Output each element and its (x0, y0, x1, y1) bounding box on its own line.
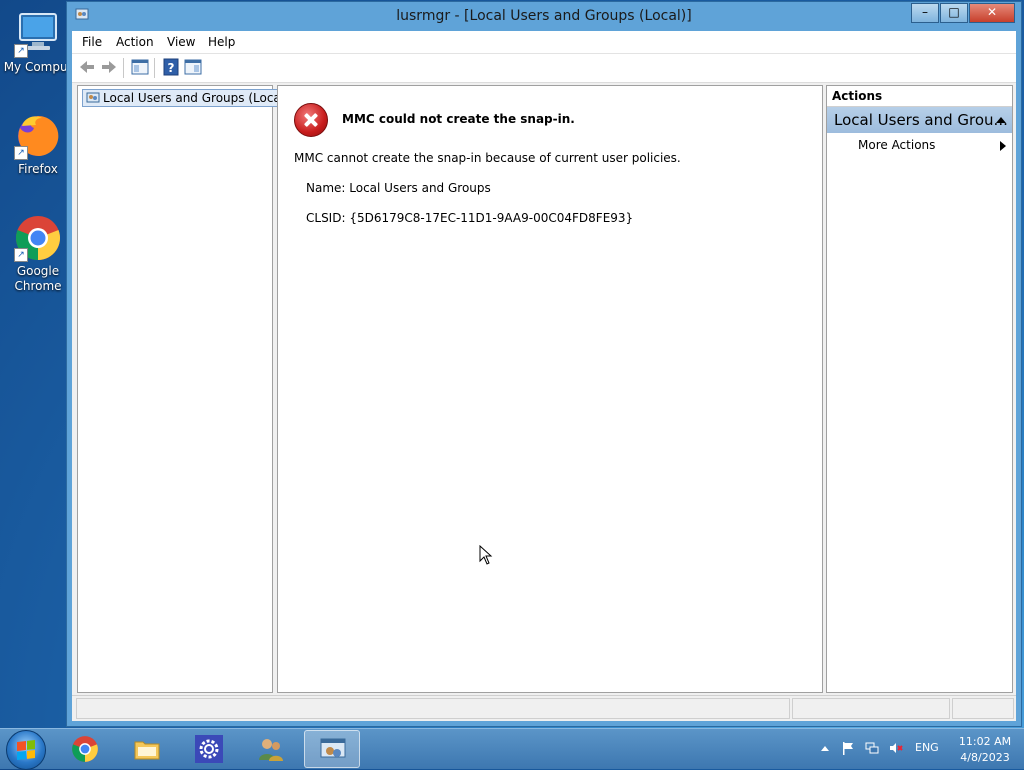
tree-item-label: Local Users and Groups (Local) (103, 91, 289, 105)
menu-action[interactable]: Action (116, 35, 154, 49)
shortcut-arrow-icon: ↗ (14, 248, 28, 262)
clock-date: 4/8/2023 (960, 751, 1010, 764)
users-groups-icon (86, 91, 100, 105)
back-arrow-icon[interactable] (77, 57, 97, 77)
computer-icon: ↗ (14, 10, 62, 58)
maximize-button[interactable]: □ (940, 3, 968, 23)
volume-muted-icon[interactable] (889, 741, 903, 755)
menu-file[interactable]: File (82, 35, 102, 49)
taskbar-users[interactable] (243, 730, 299, 768)
desktop-icon-my-computer[interactable]: ↗ My Comput (0, 10, 76, 75)
error-icon (294, 103, 328, 137)
menu-bar: File Action View Help (72, 31, 1016, 54)
more-actions-item[interactable]: More Actions (858, 138, 935, 152)
mmc-icon (319, 736, 347, 764)
action-center-flag-icon[interactable] (841, 741, 855, 755)
chrome-icon (71, 735, 99, 763)
mouse-cursor-icon (479, 544, 493, 565)
language-indicator[interactable]: ENG (915, 741, 939, 754)
snapin-clsid: CLSID: {5D6179C8-17EC-11D1-9AA9-00C04FD8… (306, 211, 634, 225)
taskbar-file-explorer[interactable] (119, 730, 175, 768)
shortcut-arrow-icon: ↗ (14, 146, 28, 160)
actions-pane: Actions Local Users and Grou... More Act… (826, 85, 1013, 693)
window-title: lusrmgr - [Local Users and Groups (Local… (396, 8, 692, 24)
help-icon[interactable]: ? (161, 57, 181, 77)
status-segment (792, 698, 950, 719)
show-hidden-icons-icon[interactable] (821, 746, 829, 751)
users-icon (257, 735, 285, 763)
firefox-icon: ↗ (14, 112, 62, 160)
start-button[interactable] (6, 730, 46, 770)
toolbar-separator (123, 58, 124, 78)
menu-help[interactable]: Help (208, 35, 235, 49)
toolbar: ? (72, 54, 1016, 83)
actions-group-label: Local Users and Grou... (834, 111, 1008, 129)
desktop-icon-firefox[interactable]: ↗ Firefox (0, 112, 76, 177)
window-client: File Action View Help ? Local Users and … (72, 31, 1016, 721)
actions-group-header[interactable]: Local Users and Grou... (827, 107, 1012, 133)
desktop-icon-label: My Comput (3, 60, 73, 74)
taskbar-mmc[interactable] (304, 730, 360, 768)
taskbar: ENG 11:02 AM 4/8/2023 (0, 728, 1024, 770)
actions-header: Actions (827, 86, 1012, 107)
svg-text:?: ? (168, 61, 175, 75)
status-segment (76, 698, 790, 719)
status-bar (72, 695, 1016, 721)
result-pane: MMC could not create the snap-in. MMC ca… (277, 85, 823, 693)
clock-time: 11:02 AM (958, 735, 1012, 748)
console-tree-pane: Local Users and Groups (Local) (77, 85, 293, 693)
minimize-button[interactable]: – (911, 3, 939, 23)
tree-item-local-users-groups[interactable]: Local Users and Groups (Local) (82, 89, 293, 107)
error-message: MMC cannot create the snap-in because of… (294, 151, 681, 165)
taskbar-settings[interactable] (181, 730, 237, 768)
chrome-icon: ↗ (14, 214, 62, 262)
file-explorer-icon (133, 735, 161, 763)
shortcut-arrow-icon: ↗ (14, 44, 28, 58)
desktop-icon-label: Google Chrome (14, 264, 62, 293)
taskbar-chrome[interactable] (57, 730, 113, 768)
mmc-window: lusrmgr - [Local Users and Groups (Local… (66, 1, 1022, 727)
error-title: MMC could not create the snap-in. (342, 112, 575, 126)
window-controls: – □ ✕ (910, 3, 1015, 23)
show-hide-action-pane-icon[interactable] (183, 57, 203, 77)
clock[interactable]: 11:02 AM 4/8/2023 (952, 734, 1018, 766)
show-hide-console-tree-icon[interactable] (130, 57, 150, 77)
collapse-arrow-icon[interactable] (996, 117, 1006, 123)
network-icon[interactable] (865, 741, 879, 755)
menu-view[interactable]: View (167, 35, 195, 49)
pane-area: Local Users and Groups (Local) MMC could… (72, 83, 1016, 695)
snapin-name: Name: Local Users and Groups (306, 181, 491, 195)
desktop-icon-label: Firefox (18, 162, 58, 176)
settings-icon (195, 735, 223, 763)
desktop-icon-google-chrome[interactable]: ↗ Google Chrome (0, 214, 76, 294)
system-tray: ENG 11:02 AM 4/8/2023 (814, 729, 1024, 769)
forward-arrow-icon[interactable] (99, 57, 119, 77)
windows-logo-icon (17, 740, 35, 760)
status-segment (952, 698, 1014, 719)
submenu-arrow-icon (1000, 141, 1006, 151)
title-bar[interactable]: lusrmgr - [Local Users and Groups (Local… (67, 2, 1021, 31)
toolbar-separator (154, 58, 155, 78)
close-button[interactable]: ✕ (969, 3, 1015, 23)
